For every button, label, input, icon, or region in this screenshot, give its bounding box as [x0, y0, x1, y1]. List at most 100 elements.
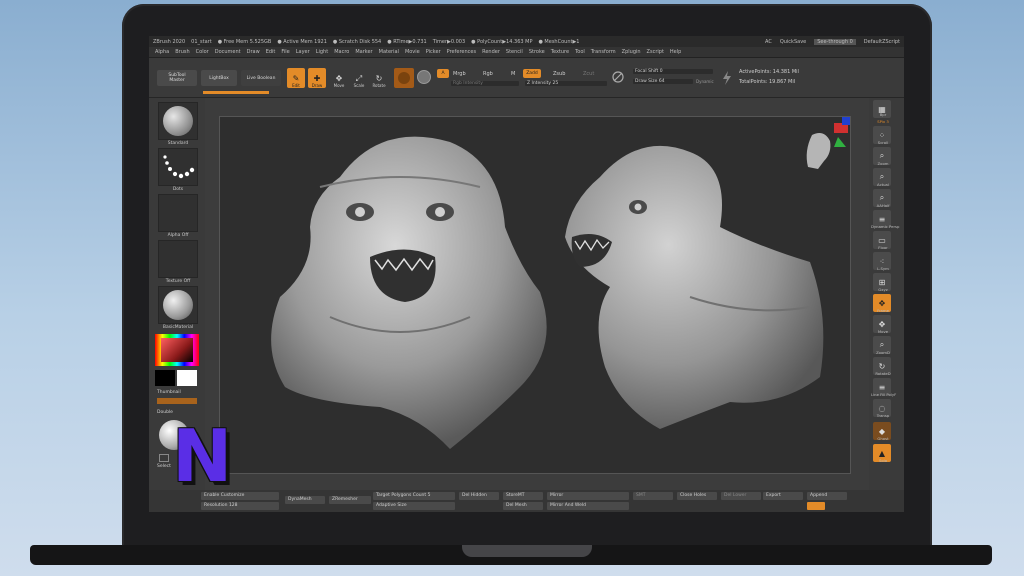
- app-title: ZBrush 2020: [153, 38, 186, 45]
- menu-preferences[interactable]: Preferences: [447, 49, 476, 55]
- scroll-label: Scroll: [877, 140, 889, 145]
- dynamesh-button[interactable]: DynaMesh: [285, 496, 325, 504]
- gizmo-icon[interactable]: [611, 70, 625, 84]
- rotate-button[interactable]: ↻ Rotate: [370, 68, 388, 88]
- quicksave-button[interactable]: QuickSave: [780, 39, 806, 45]
- del-hidden-button[interactable]: Del Hidden: [459, 492, 499, 500]
- mrgb-button[interactable]: Mrgb: [453, 71, 466, 77]
- export-button[interactable]: Export: [763, 492, 803, 500]
- draw-size-slider[interactable]: Draw Size 64: [633, 79, 693, 84]
- secondary-color-swatch[interactable]: [177, 370, 197, 386]
- menu-stroke[interactable]: Stroke: [529, 49, 545, 55]
- menu-macro[interactable]: Macro: [334, 49, 349, 55]
- live-boolean-button[interactable]: Live Boolean: [241, 70, 281, 86]
- select-checkbox[interactable]: [159, 454, 169, 462]
- menu-document[interactable]: Document: [215, 49, 241, 55]
- smt-button[interactable]: SMT: [633, 492, 673, 500]
- subtool-master-button[interactable]: SubTool Master: [157, 70, 197, 86]
- menu-render[interactable]: Render: [482, 49, 500, 55]
- menu-movie[interactable]: Movie: [405, 49, 420, 55]
- menu-color[interactable]: Color: [196, 49, 209, 55]
- menu-zscript[interactable]: Zscript: [647, 49, 664, 55]
- move-button[interactable]: ✥ Move: [330, 68, 348, 88]
- close-holes-button[interactable]: Close Holes: [677, 492, 717, 500]
- spix-label[interactable]: SPix 3: [871, 119, 895, 124]
- brush-thumbnail[interactable]: [158, 102, 198, 140]
- zsub-button[interactable]: Zsub: [553, 71, 565, 77]
- menu-light[interactable]: Light: [316, 49, 328, 55]
- texture-label: Texture Off: [165, 279, 191, 284]
- rgb-button[interactable]: Rgb: [483, 71, 493, 77]
- color-sphere-icon[interactable]: [417, 70, 431, 84]
- stroke-thumbnail[interactable]: [158, 148, 198, 186]
- laptop-notch: [462, 545, 592, 557]
- menu-alpha[interactable]: Alpha: [155, 49, 169, 55]
- scale-button[interactable]: ⤢ Scale: [350, 68, 368, 88]
- menu-zplugin[interactable]: Zplugin: [622, 49, 641, 55]
- menu-help[interactable]: Help: [670, 49, 681, 55]
- zremesher-button[interactable]: ZRemesher: [329, 496, 371, 504]
- primary-color-swatch[interactable]: [155, 370, 175, 386]
- stroke-label: Dots: [172, 187, 184, 192]
- see-through-slider[interactable]: See-through 0: [814, 38, 856, 45]
- draw-button[interactable]: ✚ Draw: [308, 68, 326, 88]
- adaptive-size-slider[interactable]: Adaptive Size: [373, 502, 455, 510]
- append-button[interactable]: Append: [807, 492, 847, 500]
- active-points-readout: ActivePoints: 14.381 Mil: [739, 69, 799, 75]
- color-picker[interactable]: [155, 334, 199, 366]
- material-swatch-icon: [398, 72, 410, 84]
- menu-file[interactable]: File: [281, 49, 289, 55]
- menu-marker[interactable]: Marker: [355, 49, 372, 55]
- move-label: Move: [333, 83, 345, 88]
- scale-icon: ⤢: [355, 74, 363, 83]
- aahalf-label: AAHalf: [876, 203, 890, 208]
- menu-draw[interactable]: Draw: [247, 49, 260, 55]
- z-intensity-slider[interactable]: Z Intensity 25: [525, 81, 607, 86]
- title-bar-right: AC QuickSave See-through 0 DefaultZScrip…: [765, 38, 900, 45]
- menu-tool[interactable]: Tool: [575, 49, 585, 55]
- menu-transform[interactable]: Transform: [591, 49, 616, 55]
- alpha-thumbnail[interactable]: [158, 194, 198, 232]
- polyf-label: Line Fill PolyF: [871, 392, 897, 397]
- mirror-and-weld-button[interactable]: Mirror And Weld: [547, 502, 629, 510]
- thumbnail-slider[interactable]: [157, 398, 197, 404]
- edit-button[interactable]: ✎ Edit: [287, 68, 305, 88]
- persp-icon: ≡: [878, 214, 886, 224]
- m-button[interactable]: M: [511, 71, 515, 77]
- stat-rtime: ● RTime▶0.731: [387, 38, 427, 45]
- texture-thumbnail[interactable]: [158, 240, 198, 278]
- lsym-icon: ⁖: [879, 256, 885, 266]
- material-swatch-button[interactable]: [394, 68, 414, 88]
- lightbox-button[interactable]: LightBox: [201, 70, 237, 86]
- subtool-master-line2: Master: [169, 78, 185, 83]
- storemt-button[interactable]: StoreMT: [503, 492, 543, 500]
- move-view-icon: ✥: [878, 319, 886, 329]
- resolution-slider[interactable]: Resolution 128: [201, 502, 279, 510]
- edit-icon: ✎: [292, 74, 300, 83]
- viewport-canvas[interactable]: [219, 116, 851, 474]
- append-indicator: [807, 502, 825, 510]
- menu-edit[interactable]: Edit: [266, 49, 276, 55]
- target-polygons-slider[interactable]: Target Polygons Count 5: [373, 492, 455, 500]
- stat-scratch-disk: ● Scratch Disk 554: [332, 38, 382, 45]
- menu-brush[interactable]: Brush: [175, 49, 189, 55]
- menu-stencil[interactable]: Stencil: [506, 49, 523, 55]
- navigation-cube-head[interactable]: [806, 117, 850, 169]
- menu-material[interactable]: Material: [379, 49, 399, 55]
- del-lower-button[interactable]: Del Lower: [721, 492, 761, 500]
- n-brand-logo: N: [172, 414, 233, 498]
- rgb-intensity-slider[interactable]: Rgb Intensity: [451, 81, 519, 86]
- color-picker-square[interactable]: [161, 338, 193, 362]
- dynamic-toggle[interactable]: Dynamic: [696, 79, 714, 84]
- mirror-button[interactable]: Mirror: [547, 492, 629, 500]
- zadd-button[interactable]: Zadd: [523, 69, 541, 78]
- menu-texture[interactable]: Texture: [551, 49, 569, 55]
- zcut-button[interactable]: Zcut: [583, 71, 594, 77]
- layout-button[interactable]: DefaultZScript: [864, 39, 900, 45]
- focal-shift-slider[interactable]: Focal Shift 0: [633, 69, 713, 74]
- a-button[interactable]: A: [437, 69, 449, 78]
- menu-layer[interactable]: Layer: [296, 49, 310, 55]
- material-thumbnail[interactable]: [158, 286, 198, 324]
- menu-picker[interactable]: Picker: [426, 49, 441, 55]
- del-mesh-button[interactable]: Del Mesh: [503, 502, 543, 510]
